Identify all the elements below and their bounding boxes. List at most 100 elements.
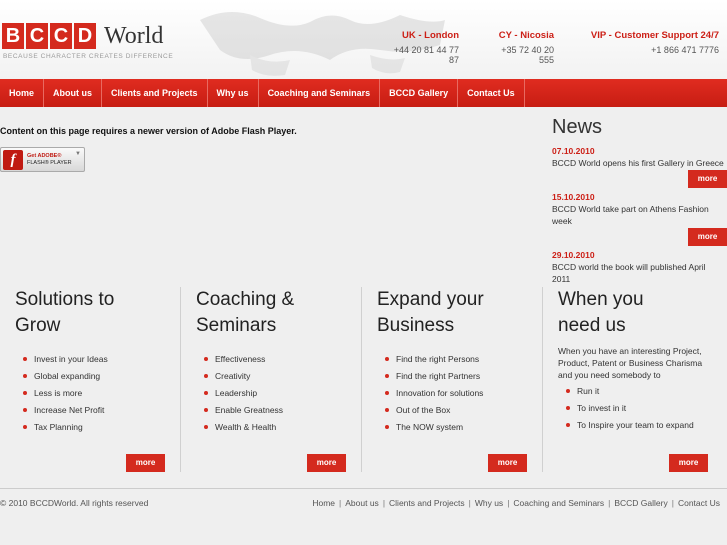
news-date: 07.10.2010 <box>552 146 595 156</box>
column-title-line1: Expand your <box>377 289 484 310</box>
flash-button-label: Get ADOBE® FLASH® PLAYER <box>27 153 72 167</box>
column-title-line2: Business <box>377 315 455 336</box>
flash-required-message: Content on this page requires a newer ve… <box>0 126 297 136</box>
contact-vip: VIP - Customer Support 24/7 +1 866 471 7… <box>590 30 719 55</box>
footer-link-bccd-gallery[interactable]: BCCD Gallery <box>614 498 667 508</box>
list-item: Tax Planning <box>15 421 180 433</box>
footer-link-home[interactable]: Home <box>312 498 335 508</box>
footer-links: Home | About us | Clients and Projects |… <box>312 498 720 508</box>
nav-item-about-us[interactable]: About us <box>44 79 103 107</box>
list-item: Increase Net Profit <box>15 404 180 416</box>
news-text: BCCD World take part on Athens Fashion w… <box>552 204 709 226</box>
contact-city: CY - Nicosia <box>498 30 554 41</box>
flash-button-line1: Get ADOBE® <box>27 152 62 159</box>
logo-letter: B <box>2 23 24 49</box>
nav-item-clients-and-projects[interactable]: Clients and Projects <box>102 79 208 107</box>
column-title-line1: When you <box>558 289 644 310</box>
nav-item-coaching-and-seminars[interactable]: Coaching and Seminars <box>259 79 381 107</box>
column-expand-business: Expand your Business Find the right Pers… <box>377 287 542 472</box>
contact-phone: +44 20 81 44 77 87 <box>393 45 459 65</box>
column-divider <box>361 287 362 472</box>
list-item: Effectiveness <box>196 353 361 365</box>
list-item: Invest in your Ideas <box>15 353 180 365</box>
list-item: Out of the Box <box>377 404 542 416</box>
news-panel: News 07.10.2010 BCCD World opens his fir… <box>552 116 727 284</box>
download-arrow-icon: ▼ <box>75 151 81 157</box>
nav-item-home[interactable]: Home <box>0 79 45 107</box>
footer-divider <box>0 488 727 489</box>
column-list: Effectiveness Creativity Leadership Enab… <box>196 353 361 433</box>
column-when-you-need-us: When you need us When you have an intere… <box>558 287 718 472</box>
column-title: Expand your Business <box>377 287 542 339</box>
get-flash-player-button[interactable]: f Get ADOBE® FLASH® PLAYER ▼ <box>0 147 85 172</box>
main-nav: Home About us Clients and Projects Why u… <box>0 79 727 107</box>
contact-phone: +1 866 471 7776 <box>651 45 719 55</box>
footer-separator: | <box>468 498 471 508</box>
list-item: To invest in it <box>558 402 718 414</box>
nav-item-bccd-gallery[interactable]: BCCD Gallery <box>380 79 459 107</box>
column-title-line2: Grow <box>15 315 61 336</box>
list-item: Find the right Persons <box>377 353 542 365</box>
logo[interactable]: B C C D World <box>2 22 163 50</box>
news-date: 29.10.2010 <box>552 250 595 260</box>
column-more-button[interactable]: more <box>669 454 708 472</box>
column-list: Find the right Persons Find the right Pa… <box>377 353 542 433</box>
logo-letter: C <box>26 23 48 49</box>
news-date: 15.10.2010 <box>552 192 595 202</box>
column-title-line2: need us <box>558 315 626 336</box>
footer-link-contact-us[interactable]: Contact Us <box>678 498 720 508</box>
tagline: BECAUSE CHARACTER CREATES DIFFERENCE <box>3 53 174 60</box>
flash-button-line2: FLASH® PLAYER <box>27 159 72 166</box>
news-title: News <box>552 116 603 138</box>
list-item: Creativity <box>196 370 361 382</box>
footer-link-clients-and-projects[interactable]: Clients and Projects <box>389 498 465 508</box>
column-intro: When you have an interesting Project, Pr… <box>558 346 703 380</box>
flash-player-icon: f <box>3 149 23 170</box>
column-title: Coaching & Seminars <box>196 287 361 339</box>
footer-separator: | <box>507 498 510 508</box>
news-more-button[interactable]: more <box>688 228 727 246</box>
column-divider <box>180 287 181 472</box>
contact-city: VIP - Customer Support 24/7 <box>590 30 719 41</box>
column-title-line1: Coaching & <box>196 289 295 310</box>
copyright: © 2010 BCCDWorld. All rights reserved <box>0 498 149 508</box>
column-more-button[interactable]: more <box>126 454 165 472</box>
footer-separator: | <box>382 498 386 508</box>
list-item: Innovation for solutions <box>377 387 542 399</box>
logo-letter: C <box>50 23 72 49</box>
logo-letter: D <box>74 23 96 49</box>
list-item: Leadership <box>196 387 361 399</box>
site-header: B C C D World BECAUSE CHARACTER CREATES … <box>0 0 727 80</box>
footer-separator: | <box>608 498 611 508</box>
column-coaching-seminars: Coaching & Seminars Effectiveness Creati… <box>196 287 361 472</box>
news-text: BCCD World opens his first Gallery in Gr… <box>552 158 724 168</box>
list-item: Find the right Partners <box>377 370 542 382</box>
footer-link-coaching-and-seminars[interactable]: Coaching and Seminars <box>513 498 604 508</box>
list-item: Less is more <box>15 387 180 399</box>
column-title: When you need us <box>558 287 718 339</box>
column-divider <box>542 287 543 472</box>
column-solutions-to-grow: Solutions to Grow Invest in your Ideas G… <box>15 287 180 472</box>
nav-item-why-us[interactable]: Why us <box>208 79 259 107</box>
list-item: Global expanding <box>15 370 180 382</box>
footer-link-about-us[interactable]: About us <box>345 498 379 508</box>
column-title-line2: Seminars <box>196 315 277 336</box>
column-list: Run it To invest in it To Inspire your t… <box>558 385 718 431</box>
list-item: Run it <box>558 385 718 397</box>
footer-separator: | <box>339 498 342 508</box>
column-title: Solutions to Grow <box>15 287 180 339</box>
logo-word: World <box>104 23 164 49</box>
column-more-button[interactable]: more <box>307 454 346 472</box>
news-text: BCCD world the book will published April… <box>552 262 706 284</box>
footer-link-why-us[interactable]: Why us <box>475 498 503 508</box>
contact-cy: CY - Nicosia +35 72 40 20 555 <box>488 30 554 65</box>
nav-item-contact-us[interactable]: Contact Us <box>458 79 525 107</box>
column-list: Invest in your Ideas Global expanding Le… <box>15 353 180 433</box>
column-title-line1: Solutions to <box>15 289 115 310</box>
contact-city: UK - London <box>402 30 459 41</box>
news-more-button[interactable]: more <box>688 170 727 188</box>
column-more-button[interactable]: more <box>488 454 527 472</box>
contact-phone: +35 72 40 20 555 <box>501 45 554 65</box>
list-item: Enable Greatness <box>196 404 361 416</box>
list-item: To Inspire your team to expand <box>558 419 718 431</box>
